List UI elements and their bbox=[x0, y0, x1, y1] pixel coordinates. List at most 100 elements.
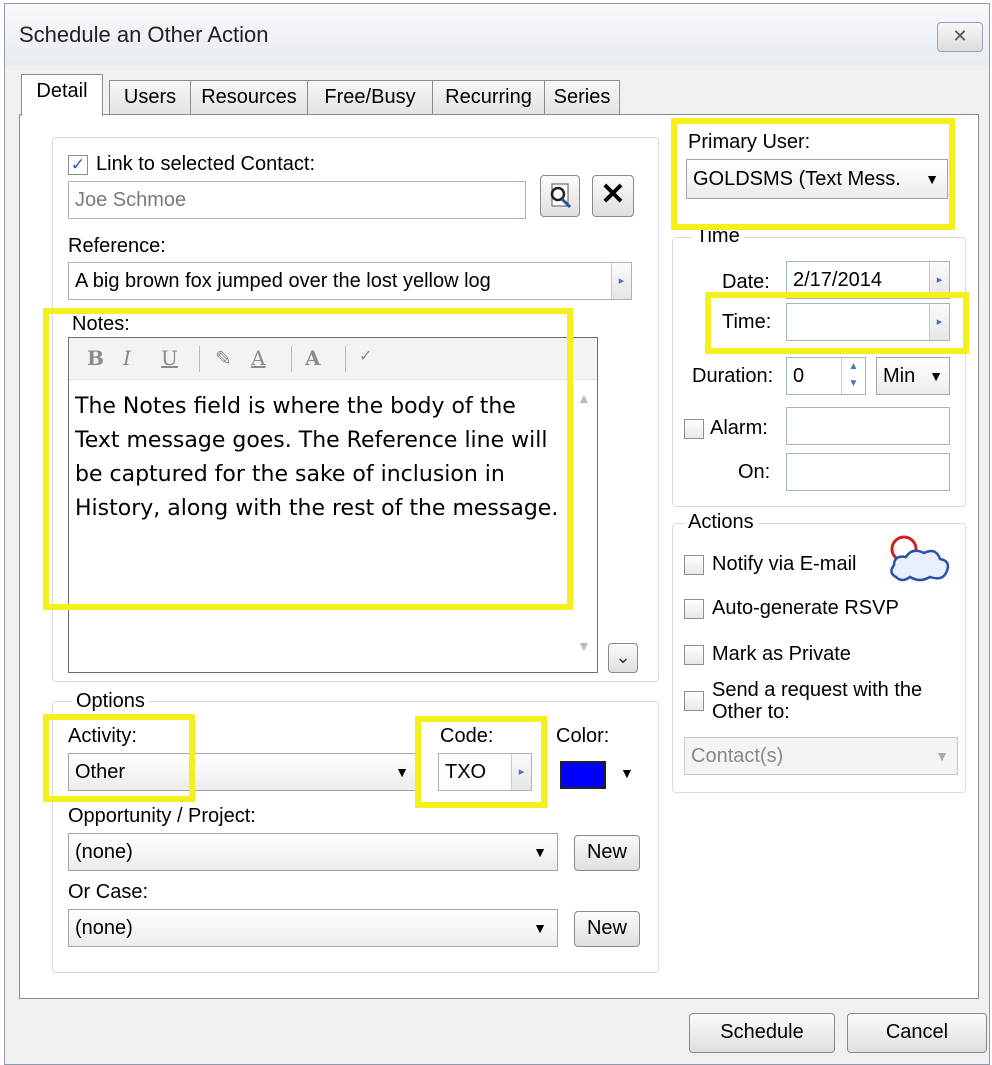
code-arrow-button[interactable]: ▸ bbox=[511, 754, 531, 790]
notes-label: Notes: bbox=[72, 313, 130, 335]
opportunity-label: Opportunity / Project: bbox=[68, 805, 256, 827]
code-field[interactable]: TXO ▸ bbox=[438, 753, 532, 791]
tab-series[interactable]: Series bbox=[544, 80, 620, 115]
toolbar-divider bbox=[199, 346, 200, 372]
date-arrow-button[interactable]: ▸ bbox=[929, 262, 949, 298]
opportunity-value: (none) bbox=[75, 841, 133, 863]
contact-lookup-icon bbox=[550, 183, 572, 209]
tab-label: Resources bbox=[201, 86, 297, 108]
link-contact-checkbox[interactable]: ✓ bbox=[68, 155, 88, 175]
font-size-icon[interactable]: A bbox=[305, 346, 321, 370]
spellcheck-icon[interactable]: ✓ bbox=[359, 346, 372, 365]
notes-body: The Notes field is where the body of the… bbox=[75, 394, 559, 521]
clear-contact-button[interactable]: ✕ bbox=[592, 175, 634, 217]
duration-unit-value: Min bbox=[883, 365, 916, 387]
auto-rsvp-checkbox[interactable] bbox=[684, 599, 704, 619]
cancel-button[interactable]: Cancel bbox=[847, 1013, 987, 1053]
reference-arrow-button[interactable]: ▸ bbox=[611, 263, 631, 299]
contact-lookup-button[interactable] bbox=[540, 175, 580, 217]
reference-value: A big brown fox jumped over the lost yel… bbox=[75, 270, 491, 292]
highlighter-icon[interactable]: ✎ bbox=[215, 346, 232, 370]
tab-label: Users bbox=[123, 86, 177, 108]
code-value: TXO bbox=[445, 761, 487, 783]
link-contact-label: Link to selected Contact: bbox=[96, 153, 316, 175]
tab-detail[interactable]: Detail bbox=[21, 74, 103, 116]
duration-spin-buttons[interactable]: ▲ ▼ bbox=[841, 358, 865, 394]
chevron-down-icon: ▼ bbox=[929, 368, 943, 384]
contacts-select[interactable]: Contact(s) ▼ bbox=[684, 737, 958, 775]
tab-label: Recurring bbox=[445, 86, 532, 108]
send-request-checkbox[interactable] bbox=[684, 691, 704, 711]
underline-icon[interactable]: U bbox=[161, 346, 178, 370]
alarm-checkbox[interactable] bbox=[684, 419, 704, 439]
tab-free-busy[interactable]: Free/Busy bbox=[307, 80, 433, 115]
notification-cloud-icon bbox=[890, 535, 950, 582]
code-label: Code: bbox=[440, 725, 494, 747]
bold-icon[interactable]: B bbox=[87, 346, 104, 370]
window-title: Schedule an Other Action bbox=[19, 22, 269, 47]
scroll-down-icon[interactable]: ▼ bbox=[577, 638, 591, 654]
time-arrow-button[interactable]: ▸ bbox=[929, 304, 949, 340]
toolbar-divider bbox=[345, 346, 346, 372]
notes-toolbar: B I U ✎ A A ✓ bbox=[69, 338, 597, 380]
time-label: Time: bbox=[722, 311, 772, 333]
chevron-down-icon: ▼ bbox=[935, 748, 949, 764]
notes-editor[interactable]: B I U ✎ A A ✓ The Notes field is where t… bbox=[68, 337, 598, 673]
case-select[interactable]: (none) ▼ bbox=[68, 909, 558, 947]
auto-rsvp-label: Auto-generate RSVP bbox=[712, 597, 899, 619]
alarm-field[interactable] bbox=[786, 407, 950, 445]
time-group-label: Time bbox=[692, 225, 744, 248]
send-request-label: Send a request with the Other to: bbox=[712, 679, 922, 723]
mark-private-label: Mark as Private bbox=[712, 643, 851, 665]
chevron-down-icon: ▼ bbox=[620, 765, 634, 781]
dialog-window: Schedule an Other Action ✕ Detail Users … bbox=[4, 3, 990, 1065]
new-opportunity-button[interactable]: New bbox=[574, 835, 640, 871]
notify-email-checkbox[interactable] bbox=[684, 555, 704, 575]
activity-value: Other bbox=[75, 761, 126, 783]
alarm-label: Alarm: bbox=[710, 417, 768, 439]
title-bar: Schedule an Other Action ✕ bbox=[5, 4, 989, 66]
duration-unit-select[interactable]: Min ▼ bbox=[876, 357, 950, 395]
double-chevron-down-icon: ⌄ bbox=[615, 647, 631, 667]
alarm-on-field[interactable] bbox=[786, 453, 950, 491]
activity-select[interactable]: Other ▼ bbox=[68, 753, 418, 791]
date-field[interactable]: 2/17/2014 ▸ bbox=[786, 261, 950, 299]
duration-label: Duration: bbox=[692, 365, 774, 387]
tab-recurring[interactable]: Recurring bbox=[432, 80, 545, 115]
date-value: 2/17/2014 bbox=[793, 269, 882, 291]
send-request-line-1: Send a request with the bbox=[712, 679, 923, 701]
close-icon: ✕ bbox=[952, 26, 968, 46]
primary-user-label: Primary User: bbox=[688, 131, 811, 153]
color-swatch bbox=[560, 761, 606, 789]
font-color-icon[interactable]: A bbox=[251, 346, 265, 370]
options-label: Options bbox=[72, 690, 149, 713]
case-value: (none) bbox=[75, 917, 133, 939]
primary-user-select[interactable]: GOLDSMS (Text Mess. ▼ bbox=[686, 159, 948, 199]
chevron-down-icon: ▼ bbox=[533, 844, 547, 860]
duration-stepper[interactable]: 0 ▲ ▼ bbox=[786, 357, 866, 395]
schedule-button[interactable]: Schedule bbox=[689, 1013, 835, 1053]
primary-user-value: GOLDSMS (Text Mess. bbox=[693, 168, 901, 190]
time-field[interactable]: ▸ bbox=[786, 303, 950, 341]
date-label: Date: bbox=[722, 271, 770, 293]
close-button[interactable]: ✕ bbox=[937, 22, 983, 52]
mark-private-checkbox[interactable] bbox=[684, 645, 704, 665]
toolbar-divider bbox=[291, 346, 292, 372]
scroll-up-icon[interactable]: ▲ bbox=[577, 390, 591, 406]
color-picker[interactable]: ▼ bbox=[556, 753, 648, 795]
contacts-value: Contact(s) bbox=[691, 745, 784, 767]
contact-field[interactable]: Joe Schmoe bbox=[68, 181, 526, 219]
tab-label: Series bbox=[553, 86, 611, 108]
tab-resources[interactable]: Resources bbox=[190, 80, 308, 115]
reference-field[interactable]: A big brown fox jumped over the lost yel… bbox=[68, 262, 632, 300]
notes-scrollbar[interactable]: ▲ ▼ bbox=[573, 390, 595, 670]
tab-users[interactable]: Users bbox=[109, 80, 191, 115]
tab-label: Free/Busy bbox=[324, 86, 416, 108]
case-label: Or Case: bbox=[68, 881, 149, 903]
new-case-button[interactable]: New bbox=[574, 911, 640, 947]
italic-icon[interactable]: I bbox=[123, 346, 131, 370]
expand-notes-button[interactable]: ⌄ bbox=[608, 643, 638, 673]
opportunity-select[interactable]: (none) ▼ bbox=[68, 833, 558, 871]
reference-label: Reference: bbox=[68, 235, 166, 257]
chevron-down-icon: ▼ bbox=[533, 920, 547, 936]
